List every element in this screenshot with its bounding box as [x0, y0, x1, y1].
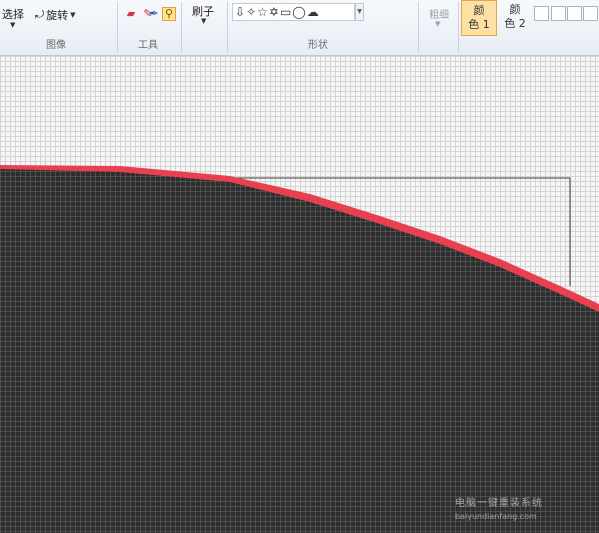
drawing-canvas[interactable]: 电脑一键重装系统 baiyundianfang.com: [0, 56, 599, 533]
watermark-url: baiyundianfang.com: [455, 512, 537, 521]
eraser-icon[interactable]: ▰: [124, 7, 138, 21]
rounded-callout-icon[interactable]: ▭: [280, 5, 291, 19]
size-dropdown[interactable]: ▼: [435, 20, 440, 28]
tools-group: ▰ ✎ ✒ ⚲ 工具: [118, 0, 180, 55]
tools-group-label: 工具: [138, 40, 158, 51]
dark-fill-shape: [0, 169, 599, 533]
arrow-shape-icon[interactable]: ⇩: [235, 5, 245, 19]
color-swatch[interactable]: [583, 6, 598, 21]
brushes-group: 刷子 ▼: [182, 0, 226, 55]
color1-label-line1: 颜: [473, 4, 485, 17]
five-point-star-icon[interactable]: ☆: [257, 5, 268, 19]
cloud-callout-icon[interactable]: ☁: [307, 5, 319, 19]
watermark-text: 电脑一键重装系统: [455, 498, 543, 509]
color2-label-line1: 颜: [509, 3, 521, 16]
size-group: 粗细 ▼: [419, 0, 457, 55]
six-point-star-icon[interactable]: ✡: [269, 5, 279, 19]
select-button[interactable]: 选择: [2, 6, 24, 22]
brushes-dropdown[interactable]: ▼: [201, 17, 206, 25]
shapes-gallery: ⇩ ✧ ☆ ✡ ▭ ◯ ☁: [232, 3, 355, 21]
rotate-icon: ⤾: [35, 8, 45, 21]
select-dropdown[interactable]: ▼: [10, 21, 15, 29]
color2-button[interactable]: 颜 色 2: [497, 0, 533, 36]
color-swatch[interactable]: [551, 6, 566, 21]
chevron-down-icon: ▼: [201, 17, 207, 25]
color1-button[interactable]: 颜 色 1: [461, 0, 497, 36]
magnifier-icon[interactable]: ⚲: [162, 7, 176, 21]
four-point-star-icon[interactable]: ✧: [246, 5, 256, 19]
shapes-group-label: 形状: [308, 40, 328, 51]
color1-label-line2: 色 1: [468, 18, 490, 31]
color2-label-line2: 色 2: [504, 17, 526, 30]
rotate-label: 旋转: [46, 9, 69, 22]
color-swatch[interactable]: [534, 6, 549, 21]
size-button[interactable]: 粗细: [429, 6, 449, 21]
ribbon: 选择 ▼ ⤾ 旋转 ▼ 图像 ▰ ✎ ✒ ⚲ 工具 刷子 ▼ 形状 ⇩ ✧ ☆ …: [0, 0, 599, 56]
select-label: 选择: [2, 8, 24, 21]
canvas-art: [0, 165, 599, 533]
oval-callout-icon[interactable]: ◯: [292, 5, 305, 19]
chevron-down-icon: ▼: [435, 20, 441, 28]
chevron-down-icon: ▼: [70, 11, 76, 19]
size-label: 粗细: [429, 10, 449, 21]
rotate-button[interactable]: ⤾ 旋转 ▼: [35, 7, 76, 23]
shapes-scroll-button[interactable]: ▼: [355, 3, 364, 21]
chevron-down-icon: ▼: [10, 21, 16, 29]
group-divider: [458, 2, 459, 52]
color-swatch[interactable]: [567, 6, 582, 21]
color-picker-icon[interactable]: ✒: [147, 7, 161, 21]
image-group: 选择 ▼ ⤾ 旋转 ▼ 图像: [0, 0, 116, 55]
image-group-label: 图像: [46, 40, 66, 51]
